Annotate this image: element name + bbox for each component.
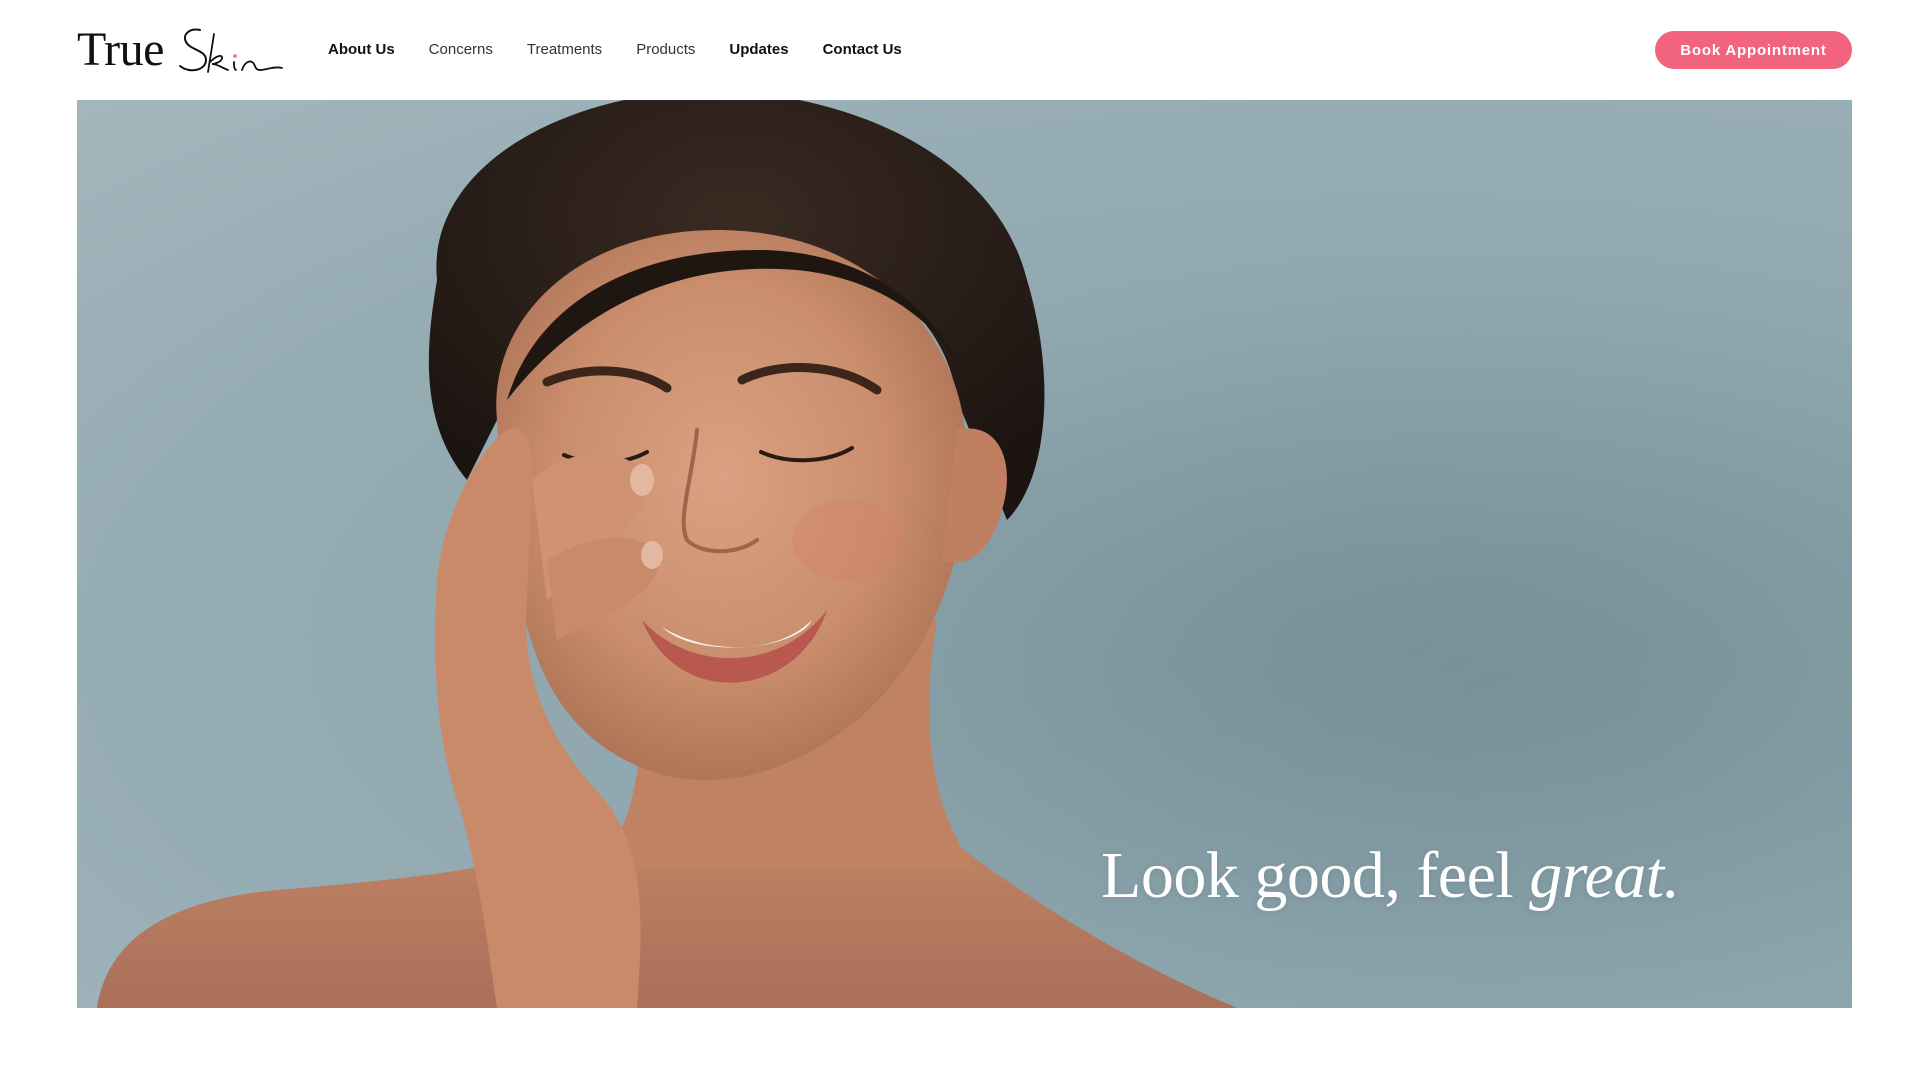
nav-item-concerns[interactable]: Concerns — [429, 41, 493, 58]
hero-tagline-main: Look good, feel — [1101, 839, 1530, 912]
site-logo[interactable]: True Skin — [77, 20, 286, 80]
nav-item-updates[interactable]: Updates — [729, 41, 788, 58]
site-header: True Skin About Us Concerns Treatments P… — [0, 0, 1920, 100]
hero-banner: Look good, feel great. — [77, 100, 1852, 1008]
logo-word-skin-script: Skin — [176, 20, 286, 80]
nav-item-contact-us[interactable]: Contact Us — [823, 41, 902, 58]
page: True Skin About Us Concerns Treatments P… — [0, 0, 1920, 1080]
hero-tagline-emphasis: great. — [1529, 839, 1680, 912]
main-nav: About Us Concerns Treatments Products Up… — [328, 35, 936, 63]
nav-item-about-us[interactable]: About Us — [328, 41, 395, 58]
book-appointment-button[interactable]: Book Appointment — [1655, 31, 1852, 69]
nav-item-treatments[interactable]: Treatments — [527, 41, 602, 58]
hero-tagline: Look good, feel great. — [1101, 838, 1680, 914]
logo-word-true: True — [77, 23, 164, 76]
nav-item-products[interactable]: Products — [636, 41, 695, 58]
logo-script-graphic — [178, 28, 283, 73]
